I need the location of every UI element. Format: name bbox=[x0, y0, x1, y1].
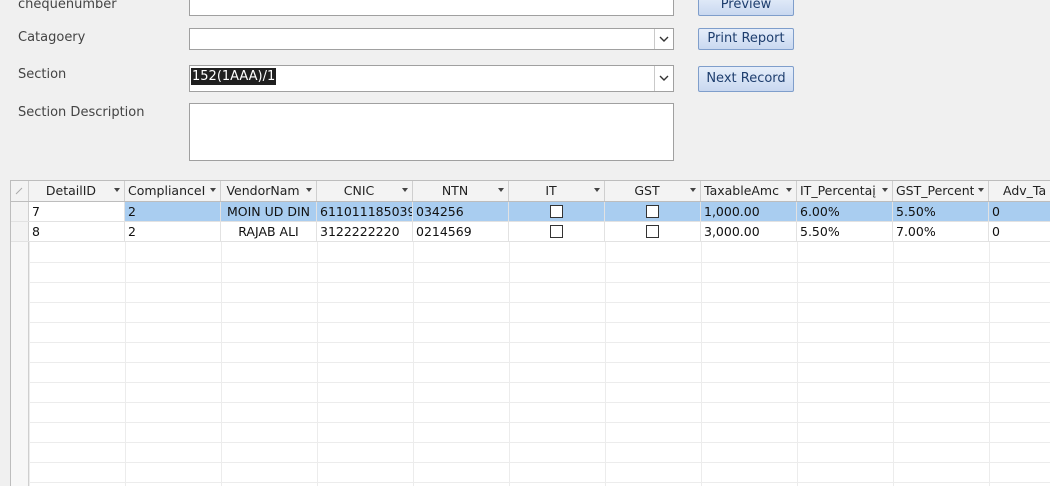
table-row[interactable]: 7 2 MOIN UD DIN 6110111850391 034256 1,0… bbox=[11, 202, 1050, 222]
section-label: Section bbox=[18, 67, 67, 82]
col-header-ntn[interactable]: NTN bbox=[413, 181, 509, 201]
sort-arrow-icon[interactable] bbox=[690, 188, 696, 192]
select-all-corner[interactable] bbox=[11, 181, 29, 201]
cell-adv-tax[interactable]: 0 bbox=[989, 222, 1050, 241]
col-header-detailid[interactable]: DetailID bbox=[29, 181, 125, 201]
section-description-input[interactable] bbox=[189, 103, 674, 161]
print-report-button[interactable]: Print Report bbox=[698, 28, 794, 50]
section-value: 152(1AAA)/1 bbox=[191, 68, 277, 85]
col-header-it-percentage[interactable]: IT_Percentaį bbox=[797, 181, 893, 201]
cell-it[interactable] bbox=[509, 202, 605, 221]
next-record-button[interactable]: Next Record bbox=[698, 66, 794, 92]
table-row[interactable]: 8 2 RAJAB ALI 3122222220 0214569 3,000.0… bbox=[11, 222, 1050, 242]
it-checkbox[interactable] bbox=[550, 204, 563, 218]
cell-ntn[interactable]: 034256 bbox=[413, 202, 509, 221]
section-description-label: Section Description bbox=[18, 105, 145, 120]
section-combo[interactable]: 152(1AAA)/1 bbox=[189, 65, 674, 92]
row-selector[interactable] bbox=[11, 202, 29, 221]
col-header-adv-tax[interactable]: Adv_Ta bbox=[989, 181, 1050, 201]
sort-arrow-icon[interactable] bbox=[594, 188, 600, 192]
col-header-gst-percentage[interactable]: GST_Percent bbox=[893, 181, 989, 201]
col-header-compliance[interactable]: ComplianceI bbox=[125, 181, 221, 201]
preview-button[interactable]: Preview bbox=[698, 0, 794, 16]
col-header-gst[interactable]: GST bbox=[605, 181, 701, 201]
col-header-vendorname[interactable]: VendorNam bbox=[221, 181, 317, 201]
cell-gst-percentage[interactable]: 5.50% bbox=[893, 202, 989, 221]
category-combo[interactable] bbox=[189, 28, 674, 50]
cell-taxableamount[interactable]: 1,000.00 bbox=[701, 202, 797, 221]
sort-arrow-icon[interactable] bbox=[402, 188, 408, 192]
cheque-number-input[interactable] bbox=[189, 0, 674, 16]
gst-checkbox[interactable] bbox=[646, 224, 659, 238]
gst-checkbox[interactable] bbox=[646, 204, 659, 218]
cell-vendorname[interactable]: RAJAB ALI bbox=[221, 222, 317, 241]
category-label: Catagoery bbox=[18, 30, 86, 45]
grid-header: DetailID ComplianceI VendorNam CNIC NTN … bbox=[11, 181, 1050, 202]
sort-arrow-icon[interactable] bbox=[786, 188, 792, 192]
datasheet-grid: DetailID ComplianceI VendorNam CNIC NTN … bbox=[10, 180, 1050, 486]
col-header-it[interactable]: IT bbox=[509, 181, 605, 201]
col-header-taxableamount[interactable]: TaxableAmc bbox=[701, 181, 797, 201]
sort-arrow-icon[interactable] bbox=[498, 188, 504, 192]
row-selector[interactable] bbox=[11, 222, 29, 241]
sort-arrow-icon[interactable] bbox=[306, 188, 312, 192]
sort-arrow-icon[interactable] bbox=[882, 188, 888, 192]
cell-adv-tax[interactable]: 0 bbox=[989, 202, 1050, 221]
col-header-cnic[interactable]: CNIC bbox=[317, 181, 413, 201]
cell-compliance[interactable]: 2 bbox=[125, 202, 221, 221]
chevron-down-icon[interactable] bbox=[654, 66, 673, 91]
cell-gst[interactable] bbox=[605, 222, 701, 241]
cell-detailid[interactable]: 7 bbox=[29, 202, 125, 221]
cheque-number-label: chequenumber bbox=[18, 0, 117, 12]
sort-arrow-icon[interactable] bbox=[114, 188, 120, 192]
cell-vendorname[interactable]: MOIN UD DIN bbox=[221, 202, 317, 221]
cell-detailid[interactable]: 8 bbox=[29, 222, 125, 241]
sort-arrow-icon[interactable] bbox=[978, 188, 984, 192]
cell-compliance[interactable]: 2 bbox=[125, 222, 221, 241]
cell-gst[interactable] bbox=[605, 202, 701, 221]
cell-cnic[interactable]: 6110111850391 bbox=[317, 202, 413, 221]
cell-gst-percentage[interactable]: 7.00% bbox=[893, 222, 989, 241]
cell-it-percentage[interactable]: 6.00% bbox=[797, 202, 893, 221]
cell-it[interactable] bbox=[509, 222, 605, 241]
cell-it-percentage[interactable]: 5.50% bbox=[797, 222, 893, 241]
cell-ntn[interactable]: 0214569 bbox=[413, 222, 509, 241]
chevron-down-icon[interactable] bbox=[654, 29, 673, 49]
cell-cnic[interactable]: 3122222220 bbox=[317, 222, 413, 241]
cell-taxableamount[interactable]: 3,000.00 bbox=[701, 222, 797, 241]
sort-arrow-icon[interactable] bbox=[210, 188, 216, 192]
it-checkbox[interactable] bbox=[550, 224, 563, 238]
